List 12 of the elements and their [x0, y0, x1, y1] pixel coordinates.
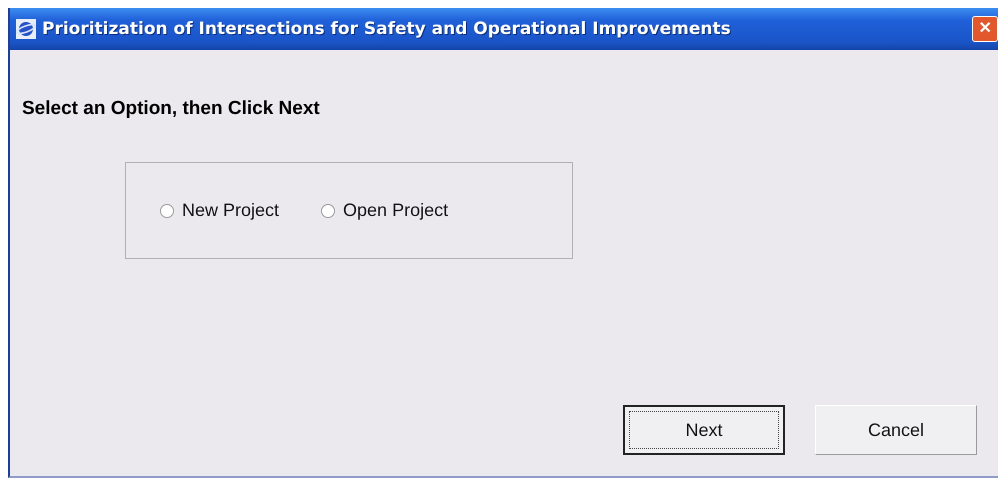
radio-option[interactable]: Open Project — [321, 200, 448, 221]
window-title: Prioritization of Intersections for Safety and Operational Improvements — [42, 19, 732, 39]
globe-icon — [16, 19, 36, 39]
radio-label: New Project — [182, 200, 280, 221]
radio-button[interactable] — [160, 204, 174, 218]
radio-label: Open Project — [343, 200, 448, 221]
radio-button[interactable] — [321, 204, 336, 218]
dialog-button[interactable]: Cancel — [815, 405, 977, 455]
dialog-button[interactable]: Next — [623, 405, 785, 455]
radio-option[interactable]: New Project — [160, 200, 280, 221]
close-button[interactable]: ✕ — [972, 16, 998, 42]
instruction-heading: Select an Option, then Click Next — [22, 98, 321, 120]
